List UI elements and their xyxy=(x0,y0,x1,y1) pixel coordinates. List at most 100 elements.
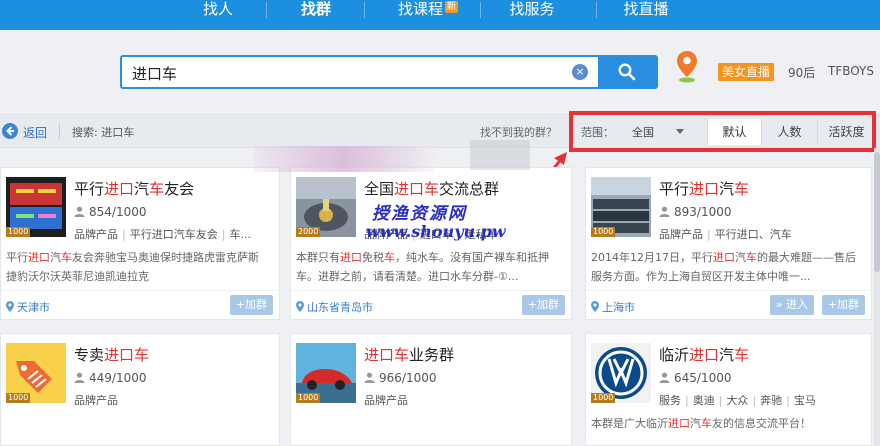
group-level-badge: 1000 xyxy=(591,227,616,237)
group-level-badge: 1000 xyxy=(296,393,321,403)
nav-tab-find-people[interactable]: 找人 xyxy=(186,0,250,30)
nav-divider xyxy=(480,2,481,18)
nav-tab-find-live[interactable]: 找直播 xyxy=(614,0,678,30)
member-count: 645/1000 xyxy=(659,371,732,385)
desc-highlight: 进口 xyxy=(28,251,50,264)
toolbar-divider xyxy=(59,123,60,139)
group-tags: 品牌产品 xyxy=(74,392,118,408)
scrollbar[interactable] xyxy=(874,148,880,446)
location-text: 山东省青岛市 xyxy=(307,301,373,314)
member-count: 966/1000 xyxy=(364,371,437,385)
member-count: 449/1000 xyxy=(74,371,147,385)
title-highlight: 进口 xyxy=(394,180,425,198)
desc-highlight: 进口 xyxy=(340,251,362,264)
group-card[interactable]: 1000 进口车业务群 966/1000 品牌产品 xyxy=(290,333,572,446)
blur-overlay xyxy=(470,140,530,170)
back-arrow-icon[interactable] xyxy=(2,123,18,139)
nav-tab-find-services[interactable]: 找服务 xyxy=(500,0,564,30)
desc-text: 2014年12月17日，平行 xyxy=(591,251,713,264)
desc-highlight: 车 xyxy=(61,251,72,264)
group-card[interactable]: 1000 平行进口汽车 893/1000 品牌产品 | 平行进口、汽车 2014年1… xyxy=(585,167,872,320)
card-footer: 山东省青岛市 +加群 xyxy=(291,290,571,320)
group-tags: 品牌产品 xyxy=(364,392,408,408)
group-title[interactable]: 专卖进口车 xyxy=(74,344,149,365)
group-avatar[interactable]: 1000 xyxy=(591,343,651,403)
title-text: 汽 xyxy=(134,180,150,198)
arrow-left-icon xyxy=(6,126,14,136)
desc-highlight: 进口 xyxy=(713,251,735,264)
tag: 品牌产品 xyxy=(364,394,408,407)
group-level-badge: 2000 xyxy=(296,227,321,237)
title-text: 业务群 xyxy=(409,346,455,364)
group-title[interactable]: 平行进口汽车 xyxy=(659,178,749,199)
group-avatar[interactable]: 2000 xyxy=(296,177,356,237)
join-group-button[interactable]: +加群 xyxy=(521,295,565,315)
search-button[interactable] xyxy=(598,55,658,89)
scrollbar-thumb[interactable] xyxy=(874,152,880,272)
nav-divider xyxy=(364,2,365,18)
join-group-button[interactable]: +加群 xyxy=(821,295,865,315)
title-text: 专卖 xyxy=(74,346,105,364)
group-avatar[interactable]: 1000 xyxy=(6,343,66,403)
title-text: 汽 xyxy=(719,346,735,364)
blur-overlay xyxy=(254,146,434,172)
desc-highlight: 进口 xyxy=(668,417,690,430)
group-card[interactable]: 2000 全国进口车交流总群 品牌产品 | 进口车 | 走私车 本群只有进口免税车，纯水… xyxy=(290,167,572,320)
group-avatar[interactable]: 1000 xyxy=(296,343,356,403)
search-box: × xyxy=(120,55,598,89)
group-card[interactable]: 1000 平行进口汽车友会 854/1000 品牌产品 | 平行进口汽车友会 | 车..… xyxy=(0,167,280,320)
group-title[interactable]: 全国进口车交流总群 xyxy=(364,178,499,199)
map-pin-icon[interactable] xyxy=(676,50,698,84)
title-highlight: 进口 xyxy=(104,346,135,364)
tag: 品牌产品 xyxy=(74,394,118,407)
title-text: 汽 xyxy=(719,180,735,198)
title-text: 临沂 xyxy=(659,346,690,364)
members-icon xyxy=(74,372,85,383)
nav-tab-label: 找群 xyxy=(300,0,331,18)
search-input[interactable] xyxy=(132,62,552,84)
nav-tab-label: 找课程 xyxy=(397,0,443,18)
watermark-url: www.shouyu.pw xyxy=(366,222,506,241)
group-card[interactable]: 1000 专卖进口车 449/1000 品牌产品 xyxy=(0,333,280,446)
desc-text: 汽 xyxy=(690,417,701,430)
group-location: 天津市 xyxy=(6,299,50,315)
group-title[interactable]: 临沂进口汽车 xyxy=(659,344,749,365)
title-highlight: 车 xyxy=(394,346,410,364)
title-text: 友会 xyxy=(164,180,195,198)
member-count: 893/1000 xyxy=(659,205,732,219)
hot-search-link[interactable]: TFBOYS xyxy=(828,64,874,78)
group-card[interactable]: 1000 临沂进口汽车 645/1000 服务 | 奥迪 | 大众 | 奔驰 | 宝马 本群是广… xyxy=(585,333,872,446)
group-title[interactable]: 平行进口汽车友会 xyxy=(74,178,194,199)
location-text: 上海市 xyxy=(602,301,635,314)
members-icon xyxy=(364,372,375,383)
desc-text: 汽 xyxy=(50,251,61,264)
nav-tab-label: 找直播 xyxy=(623,0,669,18)
group-avatar[interactable]: 1000 xyxy=(6,177,66,237)
group-tags: 品牌产品 | 平行进口、汽车 xyxy=(659,228,792,241)
hot-search-tag[interactable]: 美女直播 xyxy=(718,63,775,81)
group-avatar[interactable]: 1000 xyxy=(591,177,651,237)
back-link[interactable]: 返回 xyxy=(23,124,47,141)
join-group-button[interactable]: +加群 xyxy=(229,295,273,315)
group-level-badge: 1000 xyxy=(6,227,31,237)
search-band: × 美女直播 90后 TFBOYS xyxy=(0,30,880,114)
cant-find-group-link[interactable]: 找不到我的群？ xyxy=(480,124,557,140)
title-highlight: 进口 xyxy=(689,346,720,364)
tag: 奥迪 xyxy=(692,394,715,407)
enter-group-button[interactable]: » 进入 xyxy=(769,295,814,315)
member-count-value: 854/1000 xyxy=(89,205,147,219)
clear-icon[interactable]: × xyxy=(572,64,588,80)
group-location: 山东省青岛市 xyxy=(296,299,373,315)
hot-search-link[interactable]: 90后 xyxy=(788,64,815,81)
nav-tab-find-courses[interactable]: 找课程新 xyxy=(388,0,468,30)
tag: 品牌产品 xyxy=(74,228,118,241)
desc-text: 平行 xyxy=(6,251,28,264)
tag: 平行进口、汽车 xyxy=(714,228,792,241)
group-level-badge: 1000 xyxy=(591,393,616,403)
desc-text: 本群是广大临沂 xyxy=(591,417,668,430)
nav-tab-find-groups[interactable]: 找群 xyxy=(284,0,348,30)
tag: 服务 xyxy=(659,394,681,407)
group-title[interactable]: 进口车业务群 xyxy=(364,344,454,365)
card-footer: 上海市 » 进入 +加群 xyxy=(586,290,871,320)
watermark-text: 授渔资源网 xyxy=(372,204,467,224)
